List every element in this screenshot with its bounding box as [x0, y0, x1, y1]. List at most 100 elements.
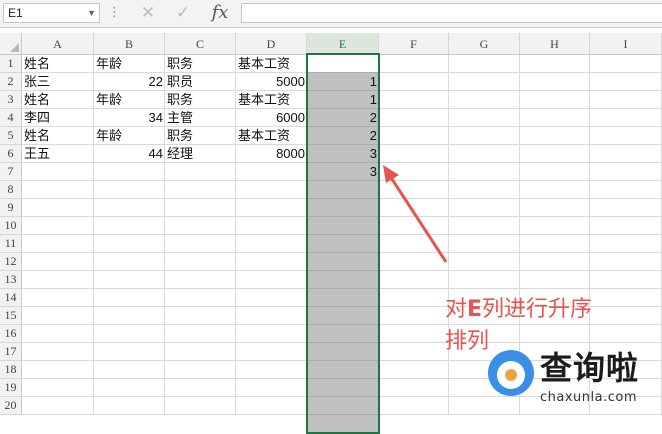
grid-cell[interactable] — [22, 325, 94, 343]
grid-cell[interactable] — [590, 235, 662, 253]
check-icon[interactable]: ✓ — [170, 2, 196, 24]
grid-cell[interactable] — [590, 271, 662, 289]
grid-cell[interactable] — [22, 379, 94, 397]
row-header-15[interactable]: 15 — [0, 307, 22, 325]
grid-cell[interactable] — [449, 163, 520, 181]
grid-cell[interactable] — [94, 235, 165, 253]
grid-cell[interactable] — [449, 181, 520, 199]
grid-cell[interactable] — [379, 343, 449, 361]
grid-cell[interactable] — [165, 181, 236, 199]
cell-a5[interactable]: 姓名 — [22, 127, 94, 145]
grid-cell[interactable] — [94, 253, 165, 271]
grid-cell[interactable] — [236, 235, 307, 253]
grid-cell[interactable] — [379, 235, 449, 253]
grid-cell[interactable] — [379, 145, 449, 163]
grid-cell[interactable] — [449, 145, 520, 163]
cell-b6[interactable]: 44 — [94, 145, 165, 163]
row-header-6[interactable]: 6 — [0, 145, 22, 163]
grid-cell[interactable] — [449, 73, 520, 91]
grid-cell[interactable] — [379, 379, 449, 397]
cell-d4[interactable]: 6000 — [236, 109, 307, 127]
cell-d1[interactable]: 基本工资 — [236, 55, 307, 73]
cell-b3[interactable]: 年龄 — [94, 91, 165, 109]
grid-cell[interactable] — [236, 271, 307, 289]
grid-cell[interactable] — [165, 325, 236, 343]
grid-cell[interactable] — [165, 253, 236, 271]
grid-cell[interactable] — [520, 55, 590, 73]
grid-cell[interactable] — [590, 91, 662, 109]
grid-cell[interactable] — [236, 217, 307, 235]
grid-cell[interactable] — [590, 307, 662, 325]
grid-cell[interactable] — [22, 271, 94, 289]
grid-cell[interactable] — [590, 217, 662, 235]
formula-input[interactable] — [241, 3, 662, 23]
grid-cell[interactable] — [165, 379, 236, 397]
row-header-4[interactable]: 4 — [0, 109, 22, 127]
grid-cell[interactable] — [165, 235, 236, 253]
grid-cell[interactable] — [236, 253, 307, 271]
cell-d3[interactable]: 基本工资 — [236, 91, 307, 109]
cell-c1[interactable]: 职务 — [165, 55, 236, 73]
grid-cell[interactable] — [236, 361, 307, 379]
fx-icon[interactable]: fx — [205, 2, 235, 24]
grid-cell[interactable] — [22, 253, 94, 271]
grid-cell[interactable] — [449, 271, 520, 289]
grid-cell[interactable] — [590, 73, 662, 91]
grid-cell[interactable] — [94, 289, 165, 307]
row-header-19[interactable]: 19 — [0, 379, 22, 397]
grid-cell[interactable] — [165, 397, 236, 415]
grid-cell[interactable] — [22, 235, 94, 253]
grid-cell[interactable] — [22, 361, 94, 379]
name-box[interactable]: E1 ▼ — [3, 3, 100, 23]
grid-cell[interactable] — [520, 181, 590, 199]
row-header-18[interactable]: 18 — [0, 361, 22, 379]
grid-cell[interactable] — [94, 163, 165, 181]
grid-cell[interactable] — [22, 307, 94, 325]
grid-cell[interactable] — [22, 181, 94, 199]
grid-cell[interactable] — [22, 217, 94, 235]
grid-cell[interactable] — [22, 163, 94, 181]
grid-cell[interactable] — [22, 397, 94, 415]
cell-c6[interactable]: 经理 — [165, 145, 236, 163]
grid-cell[interactable] — [236, 199, 307, 217]
grid-cell[interactable] — [590, 289, 662, 307]
grid-cell[interactable] — [165, 163, 236, 181]
cell-a1[interactable]: 姓名 — [22, 55, 94, 73]
column-header-b[interactable]: B — [94, 33, 165, 55]
grid-cell[interactable] — [379, 73, 449, 91]
grid-cell[interactable] — [449, 217, 520, 235]
grid-cell[interactable] — [94, 217, 165, 235]
grid-cell[interactable] — [236, 397, 307, 415]
cell-a6[interactable]: 王五 — [22, 145, 94, 163]
row-header-2[interactable]: 2 — [0, 73, 22, 91]
grid-cell[interactable] — [236, 163, 307, 181]
row-header-1[interactable]: 1 — [0, 55, 22, 73]
grid-cell[interactable] — [449, 55, 520, 73]
more-icon[interactable]: ⋮ — [108, 2, 121, 24]
grid-cell[interactable] — [379, 361, 449, 379]
grid-cell[interactable] — [379, 307, 449, 325]
column-header-i[interactable]: I — [590, 33, 662, 55]
grid-cell[interactable] — [94, 307, 165, 325]
grid-cell[interactable] — [236, 325, 307, 343]
cell-b4[interactable]: 34 — [94, 109, 165, 127]
grid-cell[interactable] — [379, 91, 449, 109]
grid-cell[interactable] — [379, 217, 449, 235]
cell-c2[interactable]: 职员 — [165, 73, 236, 91]
grid-cell[interactable] — [165, 343, 236, 361]
cell-b1[interactable]: 年龄 — [94, 55, 165, 73]
cell-b2[interactable]: 22 — [94, 73, 165, 91]
grid-cell[interactable] — [94, 379, 165, 397]
column-header-d[interactable]: D — [236, 33, 307, 55]
grid-cell[interactable] — [379, 181, 449, 199]
grid-cell[interactable] — [520, 91, 590, 109]
grid-cell[interactable] — [379, 199, 449, 217]
grid-cell[interactable] — [590, 253, 662, 271]
grid-cell[interactable] — [94, 199, 165, 217]
grid-cell[interactable] — [94, 343, 165, 361]
grid-cell[interactable] — [236, 289, 307, 307]
grid-cell[interactable] — [236, 379, 307, 397]
row-header-8[interactable]: 8 — [0, 181, 22, 199]
grid-cell[interactable] — [94, 397, 165, 415]
grid-cell[interactable] — [165, 289, 236, 307]
